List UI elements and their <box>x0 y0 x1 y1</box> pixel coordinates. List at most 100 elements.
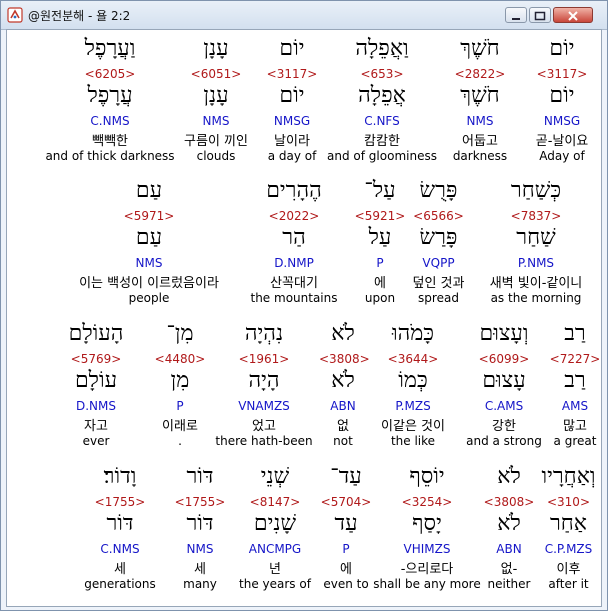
english-gloss: and of gloominess <box>327 149 437 163</box>
word-column[interactable]: עַם <5971> עַם NMS 이는 백성이 이르렀음이라 people <box>64 172 234 305</box>
grammar-code: VHIMZS <box>403 542 451 556</box>
korean-gloss: 곧-날이요 <box>535 134 589 149</box>
hebrew-word: פָּרֻשׂ <box>419 178 458 203</box>
english-gloss: spread <box>418 291 459 305</box>
word-column[interactable]: יוֹם <3117> יוֹם NMSG 곧-날이요 Aday of <box>523 30 601 163</box>
strong-number: <8147> <box>249 495 301 509</box>
word-column[interactable]: הָעוֹלָם <5769> עוֹלָם D.NMS 자고 ever <box>41 315 151 448</box>
grammar-code: NMS <box>466 114 494 128</box>
strong-number: <7837> <box>510 209 562 223</box>
word-column[interactable]: נִהְיָה <1961> הָיָה VNAMZS 었고 there hath-bee… <box>209 315 319 448</box>
korean-gloss: 어둡고 <box>462 134 498 149</box>
strong-number: <310> <box>546 495 590 509</box>
korean-gloss: 이같은 것이 <box>381 419 445 434</box>
english-gloss: and of thick darkness <box>45 149 175 163</box>
english-gloss: the years of <box>239 577 311 591</box>
word-column[interactable]: לֹא <3808> לֹא ABN 없-neither <box>482 458 536 591</box>
english-gloss: a day of <box>267 149 317 163</box>
lemma-word: הָיָה <box>248 368 280 393</box>
lemma-word: הַר <box>282 225 306 250</box>
minimize-button[interactable] <box>505 7 527 23</box>
grammar-code: AMS <box>561 399 589 413</box>
word-column[interactable]: עַד־ <5704> עַד P 에 even to <box>320 458 372 591</box>
strong-number: <3808> <box>483 495 535 509</box>
verse-row: יוֹם <3117> יוֹם NMSG 곧-날이요 Aday of חֹשֶׁךְ <28… <box>7 30 601 163</box>
grammar-code: NMSG <box>273 114 311 128</box>
lemma-word: שַׁחַר <box>516 225 556 250</box>
word-column[interactable]: וְאַחֲרָיו <310> אַחַר C.P.MZS 이후 after it <box>536 458 601 591</box>
grammar-code: NMS <box>202 114 230 128</box>
hebrew-word: כְּשַׁחַר <box>510 178 562 203</box>
verse-row: רַב <7227> רַב AMS 많고 a great וְעָצוּם <6099> עָ… <box>7 315 601 448</box>
hebrew-word: וַעֲרָפֶל <box>84 36 136 61</box>
lemma-word: יוֹם <box>549 83 575 108</box>
word-column[interactable]: וַעֲרָפֶל <6205> עֲרָפֶל C.NMS 빽빽한 and of thi… <box>45 30 175 163</box>
word-column[interactable]: דּוֹר <1755> דּוֹר NMS 세 many <box>170 458 230 591</box>
grammar-code: C.P.MZS <box>544 542 593 556</box>
word-column[interactable]: לֹא <3808> לֹא ABN 없 not <box>319 315 370 448</box>
word-column[interactable]: פָּרֻשׂ <6566> פָּרַשׂ VQPP 덮인 것과 spread <box>406 172 471 305</box>
word-column[interactable]: יוֹסֵף <3254> יָסַף VHIMZS -으리로다 shall be any… <box>372 458 482 591</box>
lemma-word: אַחַר <box>549 511 588 536</box>
lemma-word: לֹא <box>331 368 355 393</box>
word-column[interactable]: חֹשֶׁךְ <2822> חֹשֶׁךְ NMS 어둡고 darkness <box>437 30 523 163</box>
english-gloss: Aday of <box>539 149 585 163</box>
english-gloss: . <box>178 434 182 448</box>
verse-row: כְּשַׁחַר <7837> שַׁחַר P.NMS 새벽 빛이-같이니 as th… <box>7 172 601 305</box>
close-icon <box>568 11 578 21</box>
english-gloss: even to <box>323 577 369 591</box>
korean-gloss: 이래로 <box>162 419 198 434</box>
korean-gloss: 에 <box>374 276 386 291</box>
grammar-code: NMS <box>186 542 214 556</box>
hebrew-word: חֹשֶׁךְ <box>460 36 500 61</box>
word-column[interactable]: רַב <7227> רַב AMS 많고 a great <box>549 315 601 448</box>
korean-gloss: 이후 <box>556 562 581 577</box>
title-bar[interactable]: @원전분해 - 욜 2:2 <box>1 1 607 30</box>
lemma-word: שָׁנִים <box>253 511 297 536</box>
lemma-word: יָסַף <box>412 511 442 536</box>
word-column[interactable]: שְׁנֵי <8147> שָׁנִים ANCMPG 년 the years of <box>230 458 320 591</box>
lemma-word: עוֹלָם <box>74 368 118 393</box>
maximize-icon <box>534 11 546 21</box>
korean-gloss: 에 <box>340 562 352 577</box>
word-column[interactable]: עַל־ <5921> עַל P 에 upon <box>354 172 406 305</box>
korean-gloss: 날이라 <box>274 134 310 149</box>
word-column[interactable]: וָדוֹר׃ <1755> דּוֹר C.NMS 세 generations <box>70 458 170 591</box>
hebrew-word: עַם <box>135 178 163 203</box>
grammar-code: ABN <box>330 399 356 413</box>
grammar-code: C.NFS <box>364 114 400 128</box>
english-gloss: the like <box>390 434 436 448</box>
korean-gloss: 없- <box>500 562 518 577</box>
word-column[interactable]: מִן־ <4480> מִן P 이래로. <box>151 315 209 448</box>
grammar-code: VQPP <box>422 256 455 270</box>
lemma-word: מִן <box>170 368 190 393</box>
analysis-panel: יוֹם <3117> יוֹם NMSG 곧-날이요 Aday of חֹשֶׁךְ <28… <box>6 29 602 607</box>
window-title: @원전분해 - 욜 2:2 <box>28 9 131 23</box>
grammar-code: VNAMZS <box>238 399 290 413</box>
korean-gloss: 새벽 빛이-같이니 <box>489 276 583 291</box>
word-column[interactable]: וְעָצוּם <6099> עָצוּם C.AMS 강한 and a strong <box>459 315 549 448</box>
grammar-code: P.NMS <box>517 256 555 270</box>
hebrew-word: הָעוֹלָם <box>68 321 124 346</box>
english-gloss: generations <box>84 577 156 591</box>
lemma-word: עַם <box>135 225 163 250</box>
word-column[interactable]: כְּשַׁחַר <7837> שַׁחַר P.NMS 새벽 빛이-같이니 as th… <box>471 172 601 305</box>
english-gloss: people <box>128 291 170 305</box>
hebrew-word: וְעָצוּם <box>479 321 529 346</box>
lemma-word: עָנָן <box>203 83 229 108</box>
word-column[interactable]: עָנָן <6051> עָנָן NMS 구름이 끼인 clouds <box>175 30 257 163</box>
hebrew-word: נִהְיָה <box>244 321 284 346</box>
hebrew-word: עַד־ <box>330 464 362 489</box>
word-column[interactable]: כָּמֹהוּ <3644> כְּמוֹ P.MZS 이같은 것이 the like <box>367 315 459 448</box>
english-gloss: a great <box>553 434 597 448</box>
strong-number: <3644> <box>387 352 439 366</box>
korean-gloss: 없 <box>337 419 349 434</box>
grammar-code: C.AMS <box>484 399 524 413</box>
hebrew-word: יוֹסֵף <box>409 464 445 489</box>
maximize-button[interactable] <box>529 7 551 23</box>
word-column[interactable]: וַאֲפֵלָה <653> אֲפֵלָה C.NFS 캄캄한 and of gloo… <box>327 30 437 163</box>
word-column[interactable]: יוֹם <3117> יוֹם NMSG 날이라 a day of <box>257 30 327 163</box>
korean-gloss: 세 <box>114 562 126 577</box>
close-button[interactable] <box>553 7 593 23</box>
word-column[interactable]: הֶהָרִים <2022> הַר D.NMP 산꼭대기 the mountains <box>234 172 354 305</box>
